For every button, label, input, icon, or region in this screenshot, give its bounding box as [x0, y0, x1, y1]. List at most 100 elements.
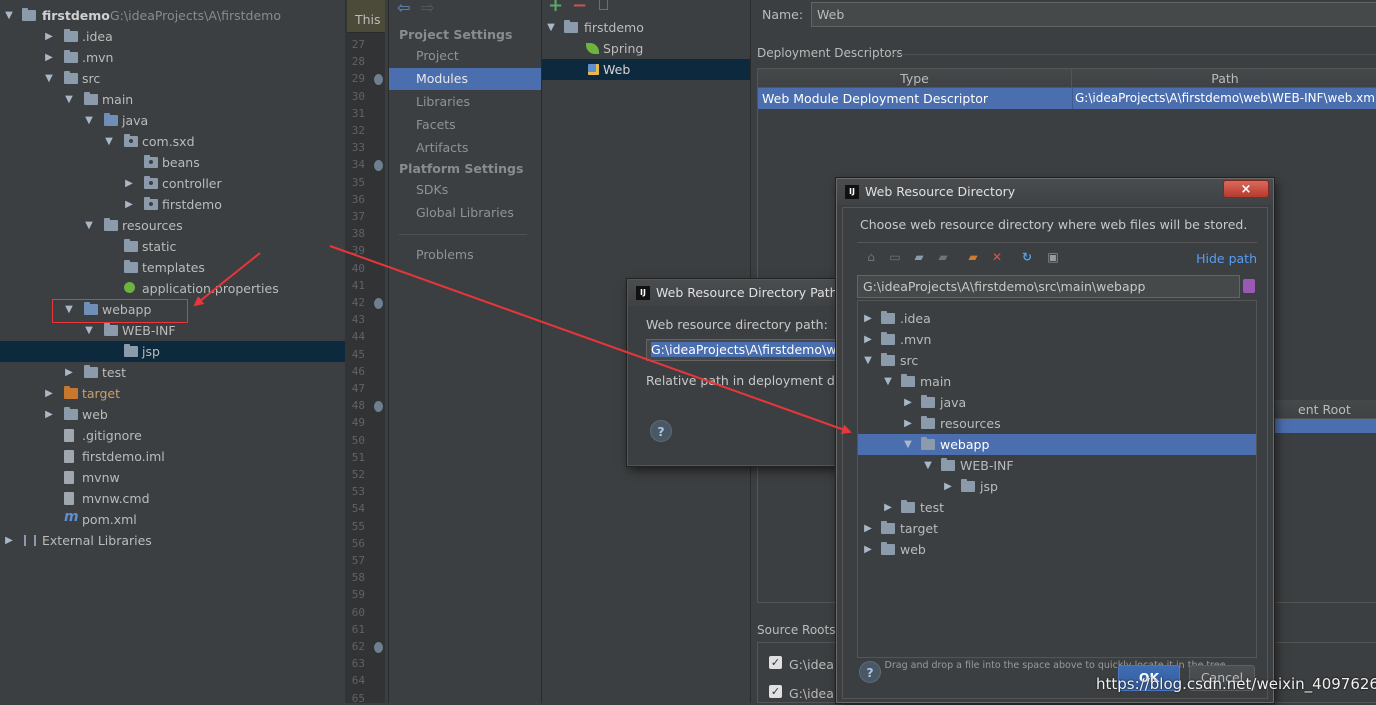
editor-tab[interactable]: This	[347, 0, 385, 33]
facet-name-input[interactable]	[811, 2, 1376, 27]
nav-item-project[interactable]: Project	[389, 45, 541, 67]
tree-item[interactable]: .gitignore	[0, 425, 345, 446]
tree-item[interactable]: ▶ firstdemo	[0, 194, 345, 215]
help-icon[interactable]: ?	[859, 661, 881, 683]
tree-item[interactable]: ▼ webapp	[858, 434, 1256, 455]
tree-item[interactable]: ▼ resources	[0, 215, 345, 236]
chevron-right-icon[interactable]: ▶	[62, 362, 76, 383]
forward-arrow-icon[interactable]: ⇨	[421, 0, 434, 17]
show-hidden-icon[interactable]: ▣	[1045, 249, 1061, 265]
tree-item[interactable]: ▶ target	[0, 383, 345, 404]
chevron-right-icon[interactable]: ▶	[42, 383, 56, 404]
table-row[interactable]: Web Module Deployment Descriptor G:\idea…	[758, 88, 1376, 109]
nav-item-problems[interactable]: Problems	[389, 244, 541, 266]
desktop-icon[interactable]: ▭	[887, 249, 903, 265]
tree-item[interactable]: ▶ jsp	[858, 476, 1256, 497]
directory-tree[interactable]: ▶ .idea ▶ .mvn ▼ src ▼ main ▶ java ▶ resources ▼ weba…	[857, 300, 1257, 658]
hide-path-link[interactable]: Hide path	[1196, 251, 1257, 266]
close-icon[interactable]: ×	[1223, 180, 1269, 198]
nav-item-sdks[interactable]: SDKs	[389, 179, 541, 201]
chevron-right-icon[interactable]: ▶	[901, 392, 915, 413]
tree-item[interactable]: ▶ resources	[858, 413, 1256, 434]
module-root-row[interactable]: ▼ firstdemo	[542, 17, 750, 38]
chevron-down-icon[interactable]: ▼	[42, 68, 56, 89]
copy-icon[interactable]	[599, 0, 608, 10]
col-header-resource-root[interactable]: ent Root	[1258, 400, 1376, 419]
chevron-down-icon[interactable]: ▼	[102, 131, 116, 152]
dialog-title-bar[interactable]: IJ Web Resource Directory Path	[628, 280, 838, 306]
chevron-down-icon[interactable]: ▼	[544, 17, 558, 38]
col-header-path[interactable]: Path	[1072, 69, 1376, 88]
chevron-right-icon[interactable]: ▶	[2, 530, 16, 551]
tree-item[interactable]: ▶ web	[858, 539, 1256, 560]
nav-item-modules[interactable]: Modules	[389, 68, 541, 90]
chevron-right-icon[interactable]: ▶	[122, 173, 136, 194]
chevron-right-icon[interactable]: ▶	[861, 308, 875, 329]
tree-item[interactable]: ▶ .idea	[0, 26, 345, 47]
chevron-down-icon[interactable]: ▼	[881, 371, 895, 392]
path-input[interactable]: G:\ideaProjects\A\firstdemo\we	[646, 339, 838, 361]
chevron-down-icon[interactable]: ▼	[2, 5, 16, 26]
tree-item[interactable]: firstdemo.iml	[0, 446, 345, 467]
module-facet-web[interactable]: Web	[542, 59, 750, 80]
tree-item[interactable]: ▼ java	[0, 110, 345, 131]
new-folder-icon[interactable]: ▰	[965, 249, 981, 265]
add-icon[interactable]: +	[548, 0, 563, 16]
tree-item[interactable]: ▼ com.sxd	[0, 131, 345, 152]
annotation-gutter-icon[interactable]	[374, 160, 383, 172]
refresh-icon[interactable]: ↻	[1019, 249, 1035, 265]
module-folder-icon[interactable]: ▰	[935, 249, 951, 265]
chevron-right-icon[interactable]: ▶	[941, 476, 955, 497]
tree-item[interactable]: ▼ main	[0, 89, 345, 110]
chevron-down-icon[interactable]: ▼	[82, 110, 96, 131]
chevron-right-icon[interactable]: ▶	[42, 47, 56, 68]
tree-item[interactable]: ▼ main	[858, 371, 1256, 392]
tree-item[interactable]: templates	[0, 257, 345, 278]
tree-item[interactable]: ▼ src	[858, 350, 1256, 371]
annotation-gutter-icon[interactable]	[374, 642, 383, 653]
nav-item-facets[interactable]: Facets	[389, 114, 541, 136]
tree-item[interactable]: beans	[0, 152, 345, 173]
col-header-type[interactable]: Type	[758, 69, 1072, 88]
back-arrow-icon[interactable]: ⇦	[397, 0, 410, 17]
tree-item[interactable]: ▶ java	[858, 392, 1256, 413]
tree-item[interactable]: ▶ .idea	[858, 308, 1256, 329]
remove-icon[interactable]: −	[572, 0, 587, 16]
tree-item[interactable]: ▼ src	[0, 68, 345, 89]
chevron-right-icon[interactable]: ▶	[861, 329, 875, 350]
chevron-down-icon[interactable]: ▼	[921, 455, 935, 476]
tree-item[interactable]: ▶ target	[858, 518, 1256, 539]
path-history-icon[interactable]	[1243, 279, 1255, 293]
tree-item[interactable]: mvnw.cmd	[0, 488, 345, 509]
nav-item-global-libraries[interactable]: Global Libraries	[389, 202, 541, 224]
project-folder-icon[interactable]: ▰	[911, 249, 927, 265]
chevron-down-icon[interactable]: ▼	[62, 89, 76, 110]
tree-item[interactable]: ▶ .mvn	[858, 329, 1256, 350]
module-facet-spring[interactable]: Spring	[542, 38, 750, 59]
home-icon[interactable]: ⌂	[863, 249, 879, 265]
chevron-right-icon[interactable]: ▶	[861, 539, 875, 560]
tree-item[interactable]: ▶ test	[858, 497, 1256, 518]
nav-item-artifacts[interactable]: Artifacts	[389, 137, 541, 159]
tree-item[interactable]: mvnw	[0, 467, 345, 488]
chevron-right-icon[interactable]: ▶	[42, 404, 56, 425]
chevron-down-icon[interactable]: ▼	[82, 320, 96, 341]
nav-item-libraries[interactable]: Libraries	[389, 91, 541, 113]
tree-item[interactable]: ▶ controller	[0, 173, 345, 194]
resource-root-selected-row[interactable]	[1258, 419, 1376, 433]
chevron-down-icon[interactable]: ▼	[861, 350, 875, 371]
chevron-right-icon[interactable]: ▶	[42, 26, 56, 47]
tree-item[interactable]: ▶ .mvn	[0, 47, 345, 68]
tree-item[interactable]: ▼ WEB-INF	[858, 455, 1256, 476]
delete-icon[interactable]: ✕	[989, 249, 1005, 265]
checkbox-checked-icon[interactable]: ✓	[769, 685, 782, 698]
checkbox-checked-icon[interactable]: ✓	[769, 656, 782, 669]
annotation-gutter-icon[interactable]	[374, 298, 383, 309]
chevron-down-icon[interactable]: ▼	[82, 215, 96, 236]
chevron-right-icon[interactable]: ▶	[122, 194, 136, 215]
chevron-right-icon[interactable]: ▶	[861, 518, 875, 539]
dialog-title-bar[interactable]: IJ Web Resource Directory ×	[837, 179, 1273, 205]
project-root-row[interactable]: ▼ firstdemo G:\ideaProjects\A\firstdemo	[0, 5, 345, 26]
tree-item[interactable]: ▶ test	[0, 362, 345, 383]
annotation-gutter-icon[interactable]	[374, 401, 383, 413]
